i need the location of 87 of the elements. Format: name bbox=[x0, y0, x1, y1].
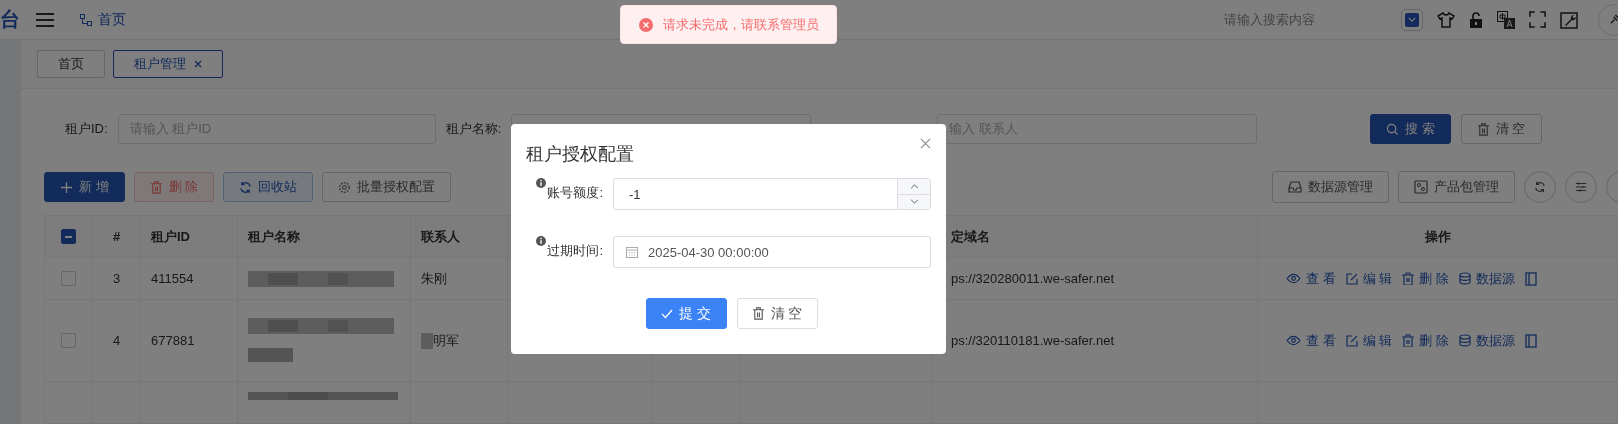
pin-icon bbox=[1608, 14, 1618, 25]
database-icon bbox=[1458, 272, 1471, 285]
refresh-icon bbox=[1534, 181, 1546, 193]
dropdown-toggle[interactable] bbox=[1401, 8, 1423, 31]
trash-icon bbox=[1476, 122, 1490, 136]
panel-icon[interactable] bbox=[1524, 271, 1537, 286]
column-header: 操作 bbox=[1424, 227, 1451, 246]
table-cell: 4 bbox=[112, 333, 121, 348]
info-icon bbox=[536, 236, 547, 246]
date-field[interactable]: 2025-04-30 00:00:00 bbox=[613, 236, 931, 268]
trash-icon bbox=[149, 180, 163, 194]
error-icon bbox=[639, 17, 653, 32]
table-cell: 明军 bbox=[433, 331, 459, 350]
toolbar-button[interactable]: 产品包管理 bbox=[1398, 171, 1515, 203]
edit-icon bbox=[1345, 272, 1358, 285]
table-cell: 朱刚 bbox=[421, 269, 447, 288]
sliders-icon bbox=[1575, 181, 1587, 193]
refresh-icon bbox=[239, 180, 253, 194]
fullscreen-icon[interactable] bbox=[1529, 11, 1546, 28]
toolbar-button[interactable]: 回收站 bbox=[223, 172, 314, 202]
toolbar-button[interactable]: 新 增 bbox=[44, 172, 125, 202]
edit-icon bbox=[1345, 334, 1358, 347]
calendar-icon bbox=[626, 246, 638, 258]
shirt-icon[interactable] bbox=[1437, 11, 1455, 28]
eye-icon bbox=[1286, 273, 1301, 284]
select-all-checkbox[interactable] bbox=[61, 229, 76, 244]
action-link[interactable]: 删 除 bbox=[1402, 269, 1449, 288]
chevron-up-icon bbox=[909, 183, 919, 189]
table-cell: 411554 bbox=[151, 271, 194, 286]
chevron-down-icon bbox=[909, 199, 919, 205]
table-cell: ps://320110181.we-safer.net bbox=[951, 333, 1115, 348]
check-icon bbox=[661, 308, 674, 319]
trash-icon bbox=[1402, 334, 1415, 347]
action-link[interactable]: 删 除 bbox=[1402, 331, 1449, 350]
action-link[interactable]: 查 看 bbox=[1286, 269, 1336, 288]
eye-icon bbox=[1286, 335, 1301, 346]
dialog-title: 租户授权配置 bbox=[526, 143, 634, 166]
plus-icon bbox=[60, 180, 73, 194]
close-icon[interactable] bbox=[920, 138, 931, 149]
row-checkbox[interactable] bbox=[61, 271, 76, 286]
trash-icon bbox=[1402, 272, 1415, 285]
database-icon bbox=[1458, 334, 1471, 347]
column-header: 联系人 bbox=[421, 227, 460, 246]
column-header: # bbox=[112, 229, 121, 244]
toolbar-button[interactable]: 批量授权配置 bbox=[322, 172, 452, 202]
breadcrumb-link[interactable]: 首页 bbox=[98, 10, 126, 29]
toolbar-button[interactable]: 数据源管理 bbox=[1272, 171, 1389, 203]
toolbar-button[interactable]: 删 除 bbox=[133, 172, 215, 202]
submit-button[interactable]: 提 交 bbox=[645, 298, 727, 329]
table-cell: 3 bbox=[112, 271, 121, 286]
field-label: 账号额度: bbox=[547, 184, 603, 202]
hierarchy-icon bbox=[80, 13, 92, 26]
table-cell: 677881 bbox=[151, 333, 195, 348]
clear-button[interactable]: 清 空 bbox=[1460, 114, 1542, 144]
field-label: 租户名称: bbox=[445, 120, 502, 138]
clear-button[interactable]: 清 空 bbox=[736, 298, 818, 329]
search-icon bbox=[1386, 122, 1400, 136]
chevron-down-icon bbox=[1408, 17, 1416, 22]
toast-message: 请求未完成，请联系管理员 bbox=[663, 15, 819, 34]
action-link[interactable]: 查 看 bbox=[1286, 331, 1336, 350]
translate-icon[interactable] bbox=[1497, 10, 1515, 29]
row-checkbox[interactable] bbox=[61, 333, 76, 348]
wrench-icon[interactable] bbox=[1560, 10, 1578, 29]
logo-text: 台 bbox=[0, 7, 20, 32]
search-button[interactable]: 搜 索 bbox=[1370, 114, 1451, 144]
table-cell: ps://320280011.we-safer.net bbox=[951, 271, 1115, 286]
menu-icon[interactable] bbox=[36, 12, 54, 27]
lock-icon[interactable] bbox=[1469, 11, 1483, 28]
tab[interactable]: 租户管理 bbox=[113, 50, 223, 78]
tray-icon bbox=[1288, 180, 1302, 194]
action-link[interactable]: 数据源 bbox=[1458, 269, 1515, 288]
blurred-text bbox=[421, 332, 433, 349]
trash-icon bbox=[751, 307, 765, 320]
column-header: 定域名 bbox=[951, 227, 990, 246]
field-label: 过期时间: bbox=[547, 242, 603, 260]
info-icon bbox=[536, 178, 547, 188]
column-header: 租户名称 bbox=[248, 227, 300, 246]
action-link[interactable]: 编 辑 bbox=[1345, 331, 1393, 350]
tab[interactable]: 首页 bbox=[37, 50, 105, 78]
package-icon bbox=[1414, 180, 1428, 194]
gear-icon bbox=[338, 180, 352, 194]
panel-icon[interactable] bbox=[1524, 333, 1537, 348]
column-header: 租户ID bbox=[151, 227, 190, 246]
field-label: 租户ID: bbox=[65, 120, 108, 138]
action-link[interactable]: 数据源 bbox=[1458, 331, 1515, 350]
action-link[interactable]: 编 辑 bbox=[1345, 269, 1393, 288]
close-icon[interactable] bbox=[194, 60, 202, 68]
